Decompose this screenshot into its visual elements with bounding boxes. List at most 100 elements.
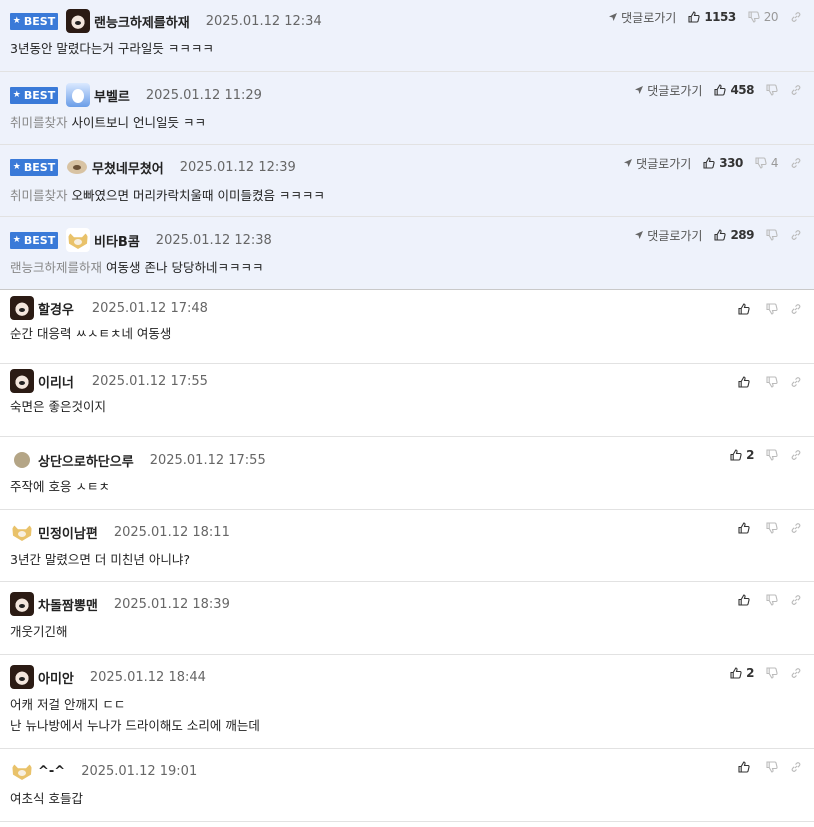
nickname[interactable]: 비타B콤 [94, 231, 140, 250]
thumbs-down-icon [766, 376, 778, 388]
avatar[interactable] [10, 296, 34, 320]
dislike-button[interactable] [766, 594, 778, 606]
nickname[interactable]: ^-^ [38, 764, 65, 779]
comment-item: 상단으로하단으루 2025.01.12 17:55 주작에 호응 ㅅㅌㅊ 2 [0, 437, 814, 510]
comment-actions [726, 301, 802, 317]
go-to-reply-link[interactable]: 댓글로가기 [608, 9, 676, 26]
nickname[interactable]: 할경우 [38, 299, 74, 318]
comment-actions [726, 592, 802, 608]
comment-header: 아미안 2025.01.12 18:44 [10, 664, 206, 690]
nickname[interactable]: 이리너 [38, 372, 74, 391]
best-comment: ★ BEST 비타B콤 2025.01.12 12:38 랜능크하제를하재 여동생 … [0, 217, 814, 289]
dislike-button[interactable] [766, 229, 778, 241]
link-icon [791, 158, 801, 168]
timestamp: 2025.01.12 19:01 [81, 763, 198, 779]
share-link-button[interactable] [790, 303, 802, 315]
like-count: 2 [746, 448, 754, 462]
dislike-button[interactable] [766, 303, 778, 315]
star-icon: ★ [12, 90, 21, 100]
comment-actions: 댓글로가기 289 [634, 227, 802, 243]
like-button[interactable]: 2 [730, 666, 754, 680]
link-icon [791, 762, 801, 772]
share-link-button[interactable] [790, 761, 802, 773]
like-button[interactable] [738, 522, 754, 534]
avatar[interactable] [66, 155, 88, 179]
comment-text: 3년동안 말렸다는거 구라일듯 ㅋㅋㅋㅋ [10, 41, 214, 56]
avatar[interactable] [14, 452, 30, 468]
share-link-button[interactable] [790, 376, 802, 388]
timestamp: 2025.01.12 12:34 [205, 13, 322, 29]
like-button[interactable] [738, 594, 754, 606]
best-badge: ★ BEST [10, 158, 58, 176]
link-icon [791, 595, 801, 605]
comment-actions [726, 374, 802, 390]
avatar[interactable] [10, 592, 34, 616]
share-link-button[interactable] [790, 449, 802, 461]
dislike-button[interactable] [766, 761, 778, 773]
comment-header: ^-^ 2025.01.12 19:01 [10, 758, 197, 784]
like-button[interactable]: 2 [730, 448, 754, 462]
thumbs-up-icon [738, 303, 750, 315]
comment-text: 개웃기긴해 [10, 624, 68, 639]
avatar[interactable] [10, 759, 34, 783]
reply-target[interactable]: 취미를찾자 [10, 115, 68, 130]
reply-target[interactable]: 랜능크하제를하재 [10, 260, 102, 275]
comment-list: ★ BEST 랜능크하제를하재 2025.01.12 12:34 3년동안 말렸다… [0, 0, 814, 822]
share-link-button[interactable] [790, 157, 802, 169]
go-to-reply-link[interactable]: 댓글로가기 [623, 155, 691, 172]
dislike-button[interactable] [766, 667, 778, 679]
dislike-button[interactable]: 4 [755, 156, 779, 170]
nickname[interactable]: 랜능크하제를하재 [94, 12, 190, 31]
avatar[interactable] [10, 369, 34, 393]
thumbs-up-icon [714, 84, 727, 96]
nickname[interactable]: 무쳤네무쳤어 [92, 158, 164, 177]
dislike-button[interactable] [766, 449, 778, 461]
nickname[interactable]: 차돌짬뽕맨 [38, 595, 98, 614]
like-button[interactable]: 330 [703, 156, 743, 170]
star-icon: ★ [12, 235, 21, 245]
dislike-button[interactable] [766, 522, 778, 534]
share-link-button[interactable] [790, 667, 802, 679]
comment-actions [726, 759, 802, 775]
comment-actions: 댓글로가기 330 4 [623, 155, 802, 171]
nickname[interactable]: 상단으로하단으루 [38, 451, 134, 470]
avatar[interactable] [10, 520, 34, 544]
like-button[interactable] [738, 761, 754, 773]
comment-text: 어캐 저걸 안깨지 ㄷㄷ 난 뉴나방에서 누나가 드라이해도 소리에 깨는데 [10, 697, 260, 733]
dislike-button[interactable] [766, 376, 778, 388]
comment-text: 취미를찾자 사이트보니 언니일듯 ㅋㅋ [10, 115, 206, 130]
avatar[interactable] [66, 228, 90, 252]
timestamp: 2025.01.12 18:39 [113, 596, 230, 612]
like-button[interactable] [738, 376, 754, 388]
share-link-button[interactable] [790, 229, 802, 241]
comment-text: 여초식 호들갑 [10, 791, 83, 806]
avatar[interactable] [66, 9, 90, 33]
like-count: 1153 [704, 10, 736, 24]
thumbs-down-icon [766, 594, 778, 606]
dislike-button[interactable] [766, 84, 778, 96]
comment-text: 주작에 호응 ㅅㅌㅊ [10, 479, 110, 494]
share-link-button[interactable] [790, 84, 802, 96]
star-icon: ★ [12, 16, 21, 26]
like-button[interactable]: 1153 [688, 10, 736, 24]
go-to-reply-link[interactable]: 댓글로가기 [634, 82, 702, 99]
go-to-reply-link[interactable]: 댓글로가기 [634, 227, 702, 244]
thumbs-up-icon [738, 522, 750, 534]
reply-target[interactable]: 취미를찾자 [10, 188, 68, 203]
link-icon [791, 12, 801, 22]
link-icon [791, 377, 801, 387]
avatar[interactable] [66, 83, 90, 107]
share-link-button[interactable] [790, 522, 802, 534]
star-icon: ★ [12, 162, 21, 172]
share-link-button[interactable] [790, 594, 802, 606]
like-button[interactable]: 289 [714, 228, 754, 242]
nickname[interactable]: 아미안 [38, 668, 74, 687]
share-link-button[interactable] [790, 11, 802, 23]
like-button[interactable]: 458 [714, 83, 754, 97]
avatar[interactable] [10, 665, 34, 689]
nickname[interactable]: 민정이남편 [38, 523, 98, 542]
like-button[interactable] [738, 303, 754, 315]
dislike-button[interactable]: 20 [748, 10, 779, 24]
nickname[interactable]: 부벨르 [94, 86, 130, 105]
link-icon [791, 668, 801, 678]
